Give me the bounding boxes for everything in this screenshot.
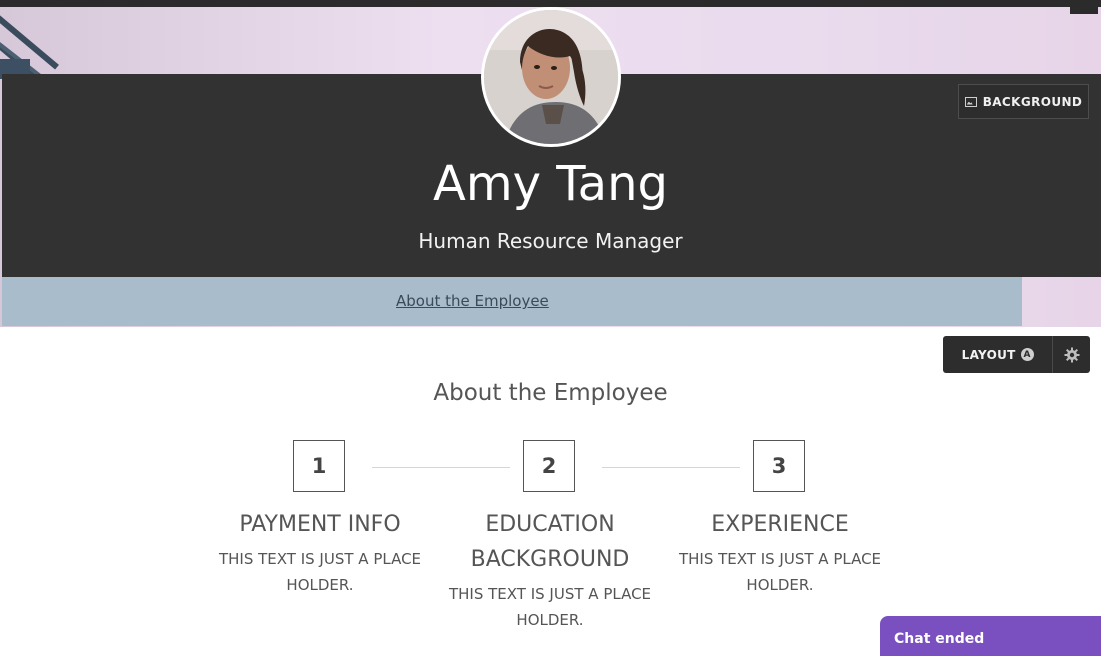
step-description: THIS TEXT IS JUST A PLACE HOLDER.	[448, 585, 652, 629]
background-button[interactable]: BACKGROUND	[958, 84, 1089, 119]
settings-button[interactable]	[1052, 336, 1090, 373]
step-number-box: 2	[523, 440, 575, 492]
portrait-photo	[484, 10, 618, 144]
step-title: EXPERIENCE	[711, 512, 849, 537]
step-title: EDUCATION BACKGROUND	[470, 512, 630, 572]
chat-widget[interactable]: Chat ended	[880, 616, 1101, 656]
step-connector	[372, 467, 510, 468]
employee-name: Amy Tang	[433, 156, 668, 212]
top-strip	[0, 0, 1101, 7]
step-description: THIS TEXT IS JUST A PLACE HOLDER.	[218, 550, 422, 594]
layout-button-label: LAYOUT	[961, 347, 1016, 362]
employee-title: Human Resource Manager	[418, 229, 683, 253]
step-number-box: 1	[293, 440, 345, 492]
step-number-box: 3	[753, 440, 805, 492]
step-title: PAYMENT INFO	[239, 512, 401, 537]
image-icon	[964, 96, 977, 107]
step-connector	[602, 467, 740, 468]
top-strip-tab	[1070, 6, 1098, 14]
nav-link-about-employee[interactable]: About the Employee	[396, 292, 549, 310]
background-button-label: BACKGROUND	[982, 94, 1083, 109]
layout-controls: LAYOUT A	[943, 336, 1090, 373]
chat-status: Chat ended	[894, 631, 985, 647]
layout-badge: A	[1020, 348, 1034, 361]
layout-button[interactable]: LAYOUT A	[943, 336, 1052, 373]
step-description: THIS TEXT IS JUST A PLACE HOLDER.	[678, 550, 882, 594]
gear-icon	[1064, 347, 1080, 362]
avatar	[481, 7, 621, 147]
section-title: About the Employee	[433, 380, 668, 406]
